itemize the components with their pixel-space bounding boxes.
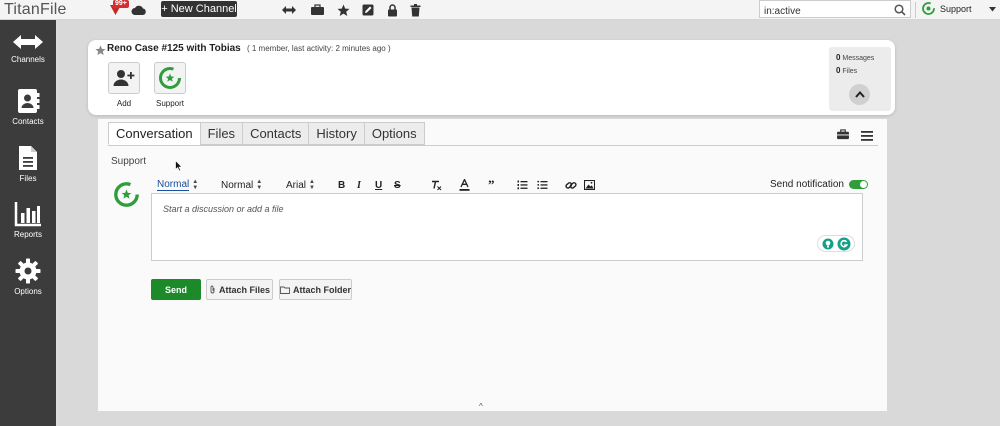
search-icon[interactable] — [894, 3, 906, 21]
tab-history[interactable]: History — [308, 122, 364, 145]
paperclip-icon — [210, 285, 215, 294]
select-arrows-icon: ▲ ▼ — [256, 179, 263, 191]
folder-icon — [280, 286, 290, 294]
sidebar-item-label: Channels — [11, 55, 45, 64]
send-button[interactable]: Send — [151, 279, 201, 300]
sidebar-item-label: Contacts — [12, 117, 44, 126]
recipient-label: Support — [111, 156, 147, 167]
grammarly-icon — [837, 237, 850, 250]
collapse-header-button[interactable] — [849, 84, 870, 105]
member-support-button[interactable] — [154, 62, 186, 94]
sidebar-item-label: Files — [19, 174, 37, 183]
chevron-down-icon — [988, 4, 996, 14]
bullet-list-icon[interactable] — [537, 178, 548, 192]
file-icon — [19, 146, 37, 170]
sidebar-item-contacts[interactable]: Contacts — [0, 88, 56, 126]
star-icon[interactable] — [95, 43, 106, 61]
scroll-up-icon[interactable]: ^ — [479, 402, 483, 411]
mouse-cursor-icon — [175, 159, 183, 177]
tab-contacts[interactable]: Contacts — [242, 122, 309, 145]
arrows-icon[interactable] — [281, 2, 297, 18]
sidebar-item-label: Options — [14, 287, 42, 296]
underline-icon[interactable]: U — [375, 178, 382, 192]
message-editor[interactable]: Start a discussion or add a file — [151, 193, 863, 261]
cloud-icon[interactable] — [131, 2, 147, 18]
channel-tabs: Conversation Files Contacts History Opti… — [108, 122, 425, 146]
user-menu[interactable]: Support — [922, 1, 996, 17]
sidebar-item-options[interactable]: Options — [0, 258, 56, 296]
image-icon[interactable] — [584, 178, 595, 192]
add-user-icon — [113, 70, 135, 86]
ordered-list-icon[interactable] — [517, 178, 528, 192]
select-arrows-icon: ▲ ▼ — [192, 179, 199, 191]
tab-options[interactable]: Options — [363, 122, 425, 145]
menu-icon[interactable] — [861, 128, 873, 146]
channel-meta: ( 1 member, last activity: 2 minutes ago… — [247, 44, 391, 53]
send-notification-label: Send notification — [770, 179, 844, 190]
support-avatar-icon — [114, 182, 139, 207]
tab-conversation[interactable]: Conversation — [108, 122, 200, 145]
sidebar: Channels Contacts Files Reports Options — [0, 20, 56, 426]
heading-select[interactable]: Normal ▲ ▼ — [157, 178, 198, 192]
editor-placeholder: Start a discussion or add a file — [163, 204, 284, 214]
quote-icon[interactable]: ” — [488, 177, 495, 192]
search-input[interactable] — [760, 3, 886, 20]
sidebar-item-files[interactable]: Files — [0, 145, 56, 183]
conversation-panel — [98, 119, 887, 411]
link-icon[interactable] — [565, 178, 577, 192]
tab-files[interactable]: Files — [199, 122, 243, 145]
send-notification-toggle[interactable] — [848, 180, 868, 189]
sidebar-item-label: Reports — [13, 230, 42, 239]
italic-icon[interactable]: I — [357, 178, 361, 192]
strikethrough-icon[interactable]: S — [394, 178, 401, 192]
app-logo[interactable]: TitanFile — [4, 1, 67, 19]
attach-files-button[interactable]: Attach Files — [206, 279, 273, 300]
clear-format-icon[interactable] — [431, 178, 442, 192]
tabs-divider — [108, 145, 878, 146]
member-support-label: Support — [155, 99, 185, 108]
attach-folder-button[interactable]: Attach Folder — [279, 279, 352, 300]
channel-title: Reno Case #125 with Tobias — [107, 43, 241, 54]
grammarly-widget[interactable] — [817, 235, 855, 252]
user-avatar-icon — [922, 1, 935, 17]
divider — [915, 2, 916, 18]
support-avatar-icon — [159, 67, 181, 89]
messages-stat: 0 Messages — [836, 53, 875, 62]
add-member-button[interactable] — [108, 62, 140, 94]
text-color-icon[interactable] — [459, 178, 470, 192]
top-bar: TitanFile 99+ + New Channel Support — [0, 0, 1000, 20]
sidebar-item-reports[interactable]: Reports — [0, 201, 56, 239]
new-channel-button[interactable]: + New Channel — [161, 1, 237, 17]
user-name: Support — [940, 4, 972, 14]
briefcase-icon[interactable] — [836, 127, 850, 145]
contacts-icon — [18, 89, 40, 113]
select-arrows-icon: ▲ ▼ — [309, 179, 315, 191]
size-select[interactable]: Normal ▲ ▼ — [221, 178, 262, 192]
trash-icon[interactable] — [407, 2, 423, 18]
bold-icon[interactable]: B — [338, 178, 345, 192]
notifications-badge: 99+ — [113, 0, 129, 8]
composer-avatar — [113, 181, 140, 213]
briefcase-icon[interactable] — [309, 2, 325, 18]
star-icon[interactable] — [335, 2, 351, 18]
search-box — [759, 0, 911, 21]
font-select[interactable]: Arial ▲ ▼ — [286, 178, 315, 192]
edit-icon[interactable] — [360, 2, 376, 18]
bar-chart-icon — [14, 202, 41, 227]
arrows-icon — [13, 35, 43, 49]
sidebar-item-channels[interactable]: Channels — [0, 32, 56, 64]
lock-icon[interactable] — [384, 2, 400, 18]
add-member-label: Add — [116, 99, 132, 108]
gear-icon — [15, 258, 41, 284]
lightbulb-icon — [822, 238, 833, 249]
send-notification-setting: Send notification — [770, 179, 868, 190]
files-stat: 0 Files — [836, 66, 858, 75]
chevron-up-icon — [854, 91, 865, 98]
